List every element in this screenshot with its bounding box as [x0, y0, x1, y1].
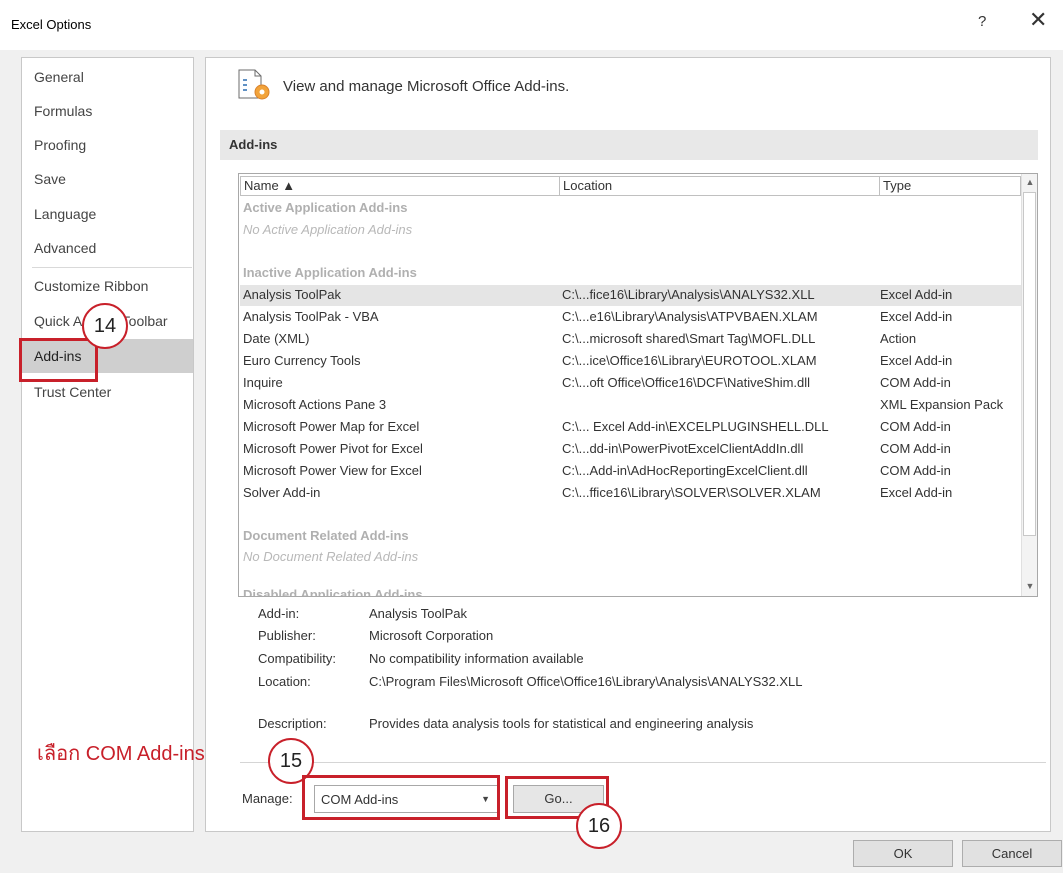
cell-name: Date (XML) [243, 331, 310, 346]
close-button[interactable]: ✕ [1029, 9, 1047, 31]
detail-value: No compatibility information available [369, 651, 584, 666]
detail-label: Location: [258, 674, 311, 689]
table-row[interactable]: Inquire C:\...oft Office\Office16\DCF\Na… [240, 373, 1022, 394]
cell-type: XML Expansion Pack [880, 397, 1004, 412]
cell-name: Analysis ToolPak [243, 287, 342, 302]
cell-type: Excel Add-in [880, 287, 953, 302]
ok-button[interactable]: OK [853, 840, 953, 867]
sidebar-item-proofing[interactable]: Proofing [22, 128, 193, 162]
cell-location: C:\...ffice16\Library\SOLVER\SOLVER.XLAM [562, 485, 821, 500]
section-header: Add-ins [220, 130, 1038, 160]
detail-label: Publisher: [258, 628, 316, 643]
cell-name: Inquire [243, 375, 283, 390]
group-title-document: Document Related Add-ins [243, 528, 409, 543]
table-row[interactable]: Solver Add-in C:\...ffice16\Library\SOLV… [240, 483, 1022, 504]
cell-type: COM Add-in [880, 441, 951, 456]
instruction-note: เลือก COM Add-ins [37, 743, 205, 765]
cell-name: Microsoft Power Pivot for Excel [243, 441, 423, 456]
table-row[interactable]: Microsoft Power Pivot for Excel C:\...dd… [240, 439, 1022, 460]
cell-name: Euro Currency Tools [243, 353, 361, 368]
table-row[interactable]: Microsoft Power View for Excel C:\...Add… [240, 461, 1022, 482]
cell-type: Excel Add-in [880, 485, 953, 500]
cell-type: Action [880, 331, 917, 346]
highlight-add-ins [19, 338, 98, 382]
scroll-down-arrow-icon[interactable]: ▼ [1022, 578, 1037, 594]
manage-label: Manage: [242, 791, 293, 806]
cell-location: C:\...oft Office\Office16\DCF\NativeShim… [562, 375, 811, 390]
group-title-active: Active Application Add-ins [243, 200, 408, 215]
main-panel: View and manage Microsoft Office Add-ins… [205, 57, 1051, 832]
detail-value: C:\Program Files\Microsoft Office\Office… [369, 674, 803, 689]
page-heading: View and manage Microsoft Office Add-ins… [283, 78, 570, 95]
sidebar-item-language[interactable]: Language [22, 197, 193, 231]
detail-label: Description: [258, 716, 327, 731]
table-row[interactable]: Microsoft Actions Pane 3 XML Expansion P… [240, 395, 1022, 416]
detail-value: Provides data analysis tools for statist… [369, 716, 754, 731]
highlight-manage-dropdown [302, 775, 500, 820]
cell-location: C:\... Excel Add-in\EXCELPLUGINSHELL.DLL [562, 419, 829, 434]
sidebar-item-customize-ribbon[interactable]: Customize Ribbon [22, 269, 193, 303]
help-button[interactable]: ? [978, 13, 986, 30]
table-row[interactable]: Analysis ToolPak C:\...fice16\Library\An… [240, 285, 1022, 306]
cell-location: C:\...microsoft shared\Smart Tag\MOFL.DL… [562, 331, 816, 346]
cell-name: Microsoft Power View for Excel [243, 463, 422, 478]
scroll-up-arrow-icon[interactable]: ▲ [1022, 174, 1037, 190]
detail-value: Microsoft Corporation [369, 628, 494, 643]
cell-name: Microsoft Actions Pane 3 [243, 397, 387, 412]
cell-location: C:\...fice16\Library\Analysis\ANALYS32.X… [562, 287, 815, 302]
column-header-location[interactable]: Location [559, 176, 880, 196]
scroll-thumb[interactable] [1023, 192, 1036, 536]
detail-label: Add-in: [258, 606, 300, 621]
title-bar: Excel Options ? ✕ [0, 0, 1063, 50]
cell-location: C:\...Add-in\AdHocReportingExcelClient.d… [562, 463, 808, 478]
addins-gear-icon [238, 69, 270, 100]
step-16-marker: 16 [576, 803, 622, 849]
detail-value: Analysis ToolPak [369, 606, 468, 621]
cell-type: Excel Add-in [880, 309, 953, 324]
section-title: Add-ins [229, 137, 278, 152]
cell-name: Microsoft Power Map for Excel [243, 419, 420, 434]
sidebar-item-advanced[interactable]: Advanced [22, 231, 193, 265]
window-title: Excel Options [11, 17, 92, 32]
sidebar-item-save[interactable]: Save [22, 162, 193, 196]
cell-type: Excel Add-in [880, 353, 953, 368]
cell-type: COM Add-in [880, 463, 951, 478]
cell-location: C:\...e16\Library\Analysis\ATPVBAEN.XLAM [562, 309, 818, 324]
group-empty-document: No Document Related Add-ins [243, 549, 419, 564]
table-row[interactable]: Date (XML) C:\...microsoft shared\Smart … [240, 329, 1022, 350]
group-title-disabled: Disabled Application Add-ins [243, 587, 423, 597]
group-title-inactive: Inactive Application Add-ins [243, 265, 417, 280]
addins-list[interactable]: Name ▲ Location Type Active Application … [238, 173, 1038, 597]
cell-name: Solver Add-in [243, 485, 321, 500]
divider [240, 762, 1046, 763]
sidebar: General Formulas Proofing Save Language … [21, 57, 194, 832]
cell-name: Analysis ToolPak - VBA [243, 309, 379, 324]
sidebar-item-general[interactable]: General [22, 60, 193, 94]
table-row[interactable]: Analysis ToolPak - VBA C:\...e16\Library… [240, 307, 1022, 328]
group-empty-active: No Active Application Add-ins [243, 222, 413, 237]
column-header-type[interactable]: Type [879, 176, 1021, 196]
cell-type: COM Add-in [880, 375, 951, 390]
sidebar-divider [32, 267, 192, 268]
table-row[interactable]: Microsoft Power Map for Excel C:\... Exc… [240, 417, 1022, 438]
sidebar-item-formulas[interactable]: Formulas [22, 94, 193, 128]
cell-location: C:\...ice\Office16\Library\EUROTOOL.XLAM [562, 353, 817, 368]
table-row[interactable]: Euro Currency Tools C:\...ice\Office16\L… [240, 351, 1022, 372]
cancel-button[interactable]: Cancel [962, 840, 1062, 867]
detail-label: Compatibility: [258, 651, 337, 666]
column-header-name[interactable]: Name ▲ [240, 176, 560, 196]
list-scrollbar[interactable]: ▲ ▼ [1021, 174, 1037, 596]
cell-type: COM Add-in [880, 419, 951, 434]
cell-location: C:\...dd-in\PowerPivotExcelClientAddIn.d… [562, 441, 804, 456]
step-14-marker: 14 [82, 303, 128, 349]
